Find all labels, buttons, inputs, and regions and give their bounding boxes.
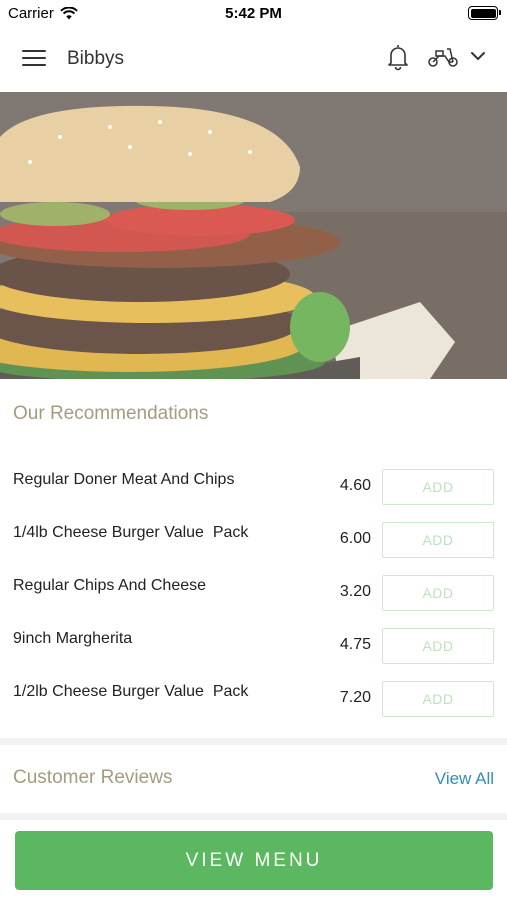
status-bar: Carrier 5:42 PM	[0, 0, 507, 26]
menu-item-row: Regular Doner Meat And Chips 4.60 ADD	[0, 469, 507, 522]
menu-item-row: 1/2lb Cheese Burger Value Pack 7.20 ADD	[0, 681, 507, 734]
item-price: 4.75	[339, 636, 371, 653]
reviews-section: Customer Reviews View All	[0, 745, 507, 813]
item-name: 9inch Margherita	[13, 630, 133, 647]
recommendations-title: Our Recommendations	[13, 403, 209, 424]
add-button[interactable]: ADD	[382, 575, 494, 611]
add-button[interactable]: ADD	[382, 681, 494, 717]
menu-item-row: 9inch Margherita 4.75 ADD	[0, 628, 507, 681]
item-price: 6.00	[339, 530, 371, 547]
restaurant-title: Bibbys	[67, 48, 125, 69]
item-price: 7.20	[339, 689, 371, 706]
bell-icon[interactable]	[386, 43, 410, 71]
view-all-link[interactable]: View All	[435, 769, 494, 789]
scooter-icon[interactable]	[427, 46, 459, 68]
hero-burger-image	[0, 92, 507, 379]
item-name: Regular Chips And Cheese	[13, 577, 207, 594]
item-price: 3.20	[339, 583, 371, 600]
menu-item-row: 1/4lb Cheese Burger Value Pack 6.00 ADD	[0, 522, 507, 575]
reviews-title: Customer Reviews	[13, 767, 173, 788]
app-header: Bibbys	[0, 26, 507, 92]
item-name: 1/2lb Cheese Burger Value Pack	[13, 683, 249, 700]
status-time: 5:42 PM	[225, 5, 282, 22]
add-button[interactable]: ADD	[382, 522, 494, 558]
recommendations-section: Our Recommendations Regular Doner Meat A…	[0, 379, 507, 738]
chevron-down-icon[interactable]	[470, 51, 486, 61]
add-button[interactable]: ADD	[382, 628, 494, 664]
view-menu-button[interactable]: VIEW MENU	[15, 831, 493, 890]
menu-icon[interactable]	[22, 50, 46, 68]
item-name: Regular Doner Meat And Chips	[13, 471, 235, 488]
add-button[interactable]: ADD	[382, 469, 494, 505]
bottom-bar: VIEW MENU	[0, 820, 507, 900]
item-price: 4.60	[339, 477, 371, 494]
menu-item-row: Regular Chips And Cheese 3.20 ADD	[0, 575, 507, 628]
item-name: 1/4lb Cheese Burger Value Pack	[13, 524, 249, 541]
battery-icon	[468, 6, 501, 20]
